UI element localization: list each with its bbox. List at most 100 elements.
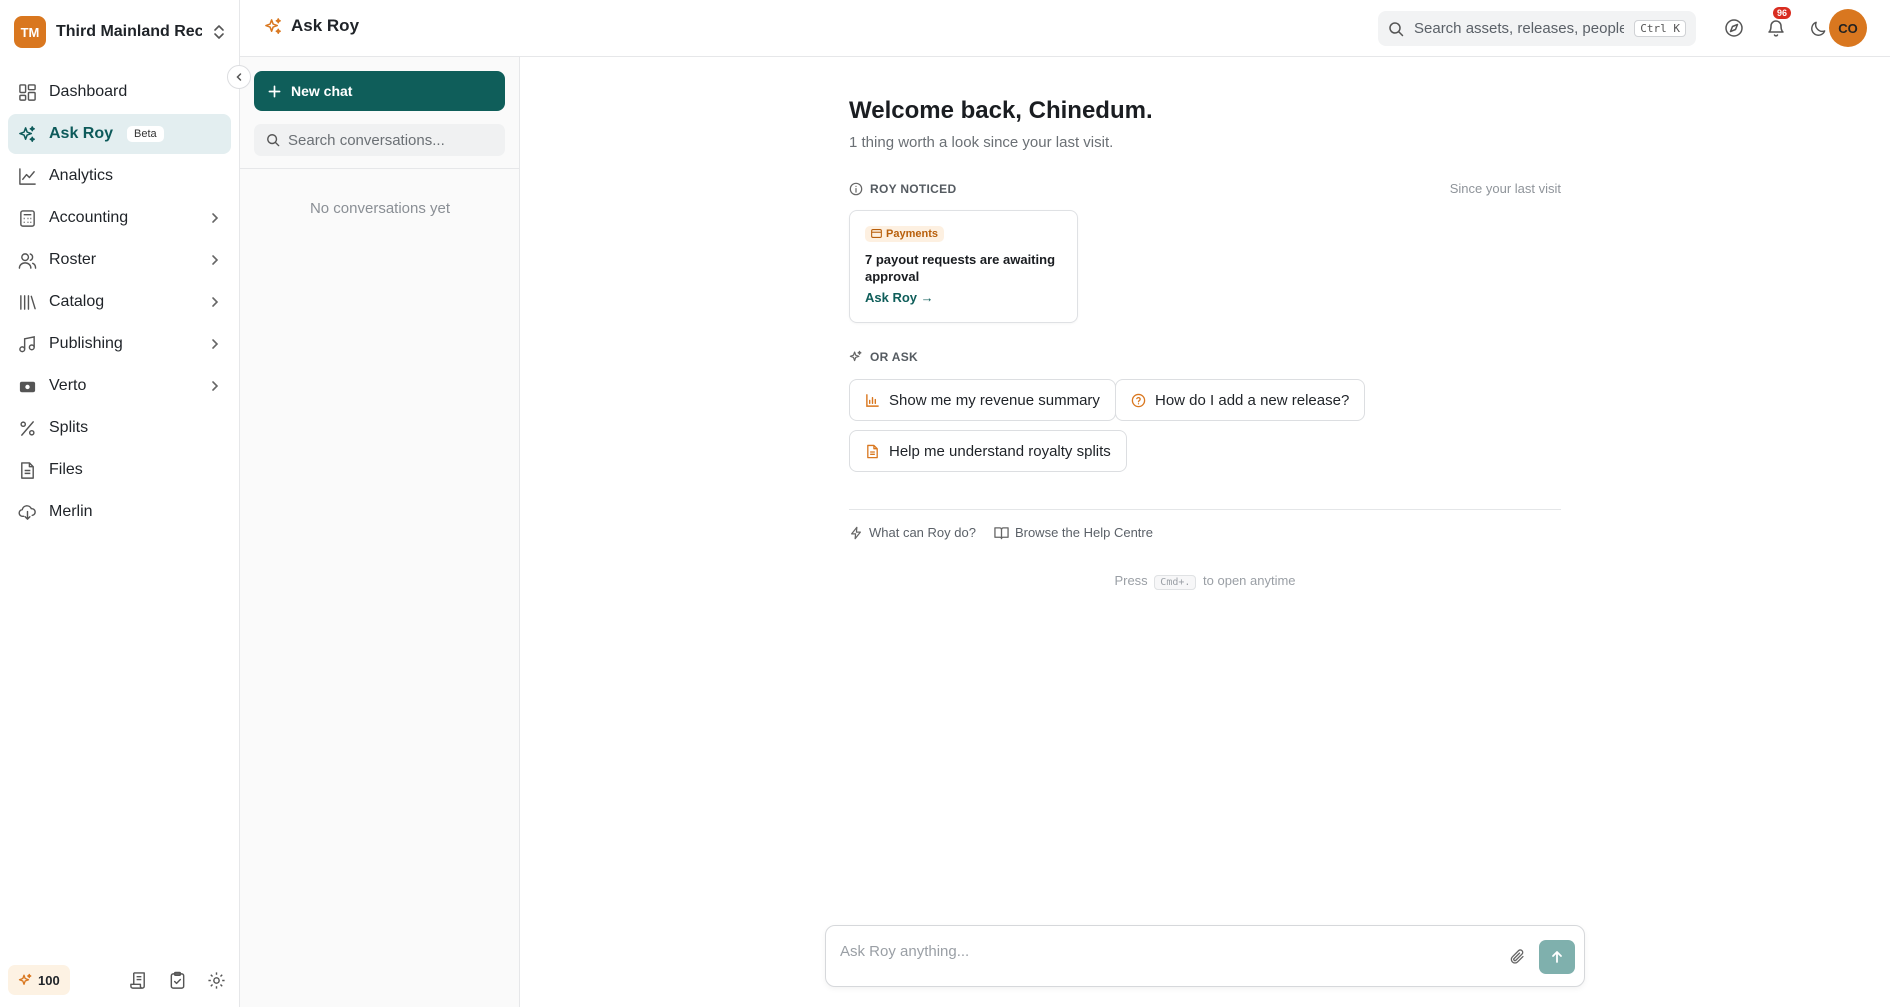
sidebar-item-label: Verto — [49, 377, 87, 394]
keyboard-hint: Press Cmd+. to open anytime — [849, 573, 1561, 590]
calculator-icon — [18, 209, 37, 228]
search-icon — [1388, 21, 1404, 37]
send-button[interactable] — [1539, 940, 1575, 974]
new-chat-button[interactable]: New chat — [254, 71, 505, 111]
global-search-placeholder: Search assets, releases, people... — [1414, 20, 1625, 37]
help-links: What can Roy do? Browse the Help Centre — [849, 525, 1153, 540]
notice-card[interactable]: Payments 7 payout requests are awaiting … — [849, 210, 1078, 323]
help-circle-icon — [1131, 393, 1146, 408]
or-ask-header: OR ASK — [849, 350, 1561, 364]
wallet-icon — [18, 377, 37, 396]
arrow-up-icon — [1550, 950, 1564, 964]
since-last-visit: Since your last visit — [1449, 181, 1561, 196]
sidebar: TM Third Mainland Rec... Dashboard Ask R… — [0, 0, 240, 1007]
notification-count: 96 — [1773, 7, 1792, 19]
page-title: Ask Roy — [264, 16, 359, 36]
sparkle-icon — [849, 350, 863, 364]
sidebar-item-publishing[interactable]: Publishing — [8, 324, 231, 364]
credits-count: 100 — [38, 972, 60, 988]
conversation-search-input[interactable] — [288, 131, 493, 149]
sidebar-item-ask-roy[interactable]: Ask Roy Beta — [8, 114, 231, 154]
sidebar-item-label: Accounting — [49, 209, 129, 226]
new-chat-label: New chat — [291, 83, 353, 99]
chat-input[interactable] — [840, 940, 1480, 962]
music-note-icon — [18, 335, 37, 354]
paperclip-icon[interactable] — [1509, 948, 1527, 966]
help-link-label: Browse the Help Centre — [1014, 525, 1153, 540]
info-icon — [849, 182, 863, 196]
chat-composer — [825, 925, 1585, 987]
sidebar-item-splits[interactable]: Splits — [8, 408, 231, 448]
suggestion-label: How do I add a new release? — [1155, 391, 1350, 409]
credit-card-icon — [871, 229, 882, 238]
sidebar-item-accounting[interactable]: Accounting — [8, 198, 231, 238]
bar-chart-icon — [865, 393, 880, 408]
sidebar-item-catalog[interactable]: Catalog — [8, 282, 231, 322]
empty-conversations-text: No conversations yet — [309, 200, 451, 217]
hint-prefix: Press — [1114, 573, 1148, 588]
percent-icon — [18, 419, 37, 438]
document-icon — [865, 444, 880, 459]
footer-actions — [129, 971, 232, 990]
library-icon — [18, 293, 37, 312]
or-ask-heading: OR ASK — [870, 350, 919, 364]
global-search[interactable]: Search assets, releases, people... Ctrl … — [1378, 11, 1696, 46]
help-centre-link[interactable]: Browse the Help Centre — [994, 525, 1153, 540]
chevron-right-icon — [209, 338, 221, 350]
dashboard-icon — [18, 83, 37, 102]
suggestion-add-release[interactable]: How do I add a new release? — [1115, 379, 1366, 421]
roy-noticed-heading: ROY NOTICED — [870, 181, 957, 196]
sidebar-item-label: Merlin — [49, 503, 93, 520]
clipboard-check-icon[interactable] — [168, 971, 187, 990]
top-bar: Ask Roy Search assets, releases, people.… — [240, 0, 1890, 57]
sidebar-item-verto[interactable]: Verto — [8, 366, 231, 406]
sparkle-icon — [18, 973, 33, 988]
chevron-right-icon — [209, 380, 221, 392]
collapse-sidebar-button[interactable] — [227, 65, 251, 89]
sidebar-item-label: Files — [49, 461, 83, 478]
bolt-icon — [849, 526, 863, 540]
sidebar-item-label: Roster — [49, 251, 97, 268]
sidebar-item-analytics[interactable]: Analytics — [8, 156, 231, 196]
users-icon — [18, 251, 37, 270]
roy-noticed-header: ROY NOTICED Since your last visit — [849, 181, 1561, 196]
suggestion-royalty-splits[interactable]: Help me understand royalty splits — [849, 430, 1127, 472]
org-switcher[interactable]: TM Third Mainland Rec... — [14, 16, 226, 48]
chart-line-icon — [18, 167, 37, 186]
welcome-subtitle: 1 thing worth a look since your last vis… — [849, 134, 1114, 151]
chevron-right-icon — [209, 212, 221, 224]
gear-icon[interactable] — [207, 971, 226, 990]
what-can-roy-do-link[interactable]: What can Roy do? — [849, 525, 976, 540]
ask-roy-link[interactable]: Ask Roy → — [865, 290, 1062, 305]
sidebar-item-roster[interactable]: Roster — [8, 240, 231, 280]
sparkle-icon — [264, 17, 283, 36]
divider — [849, 509, 1561, 510]
file-icon — [18, 461, 37, 480]
chevron-right-icon — [209, 254, 221, 266]
sidebar-item-label: Analytics — [49, 167, 114, 184]
tag-label: Payments — [886, 227, 938, 240]
moon-icon[interactable] — [1806, 16, 1830, 40]
sparkle-icon — [18, 125, 37, 144]
avatar[interactable]: CO — [1829, 9, 1867, 47]
welcome-heading: Welcome back, Chinedum. — [849, 97, 1153, 124]
chevron-right-icon — [209, 296, 221, 308]
sidebar-item-label: Catalog — [49, 293, 105, 310]
hint-shortcut: Cmd+. — [1154, 575, 1197, 590]
cloud-download-icon — [18, 503, 37, 522]
receipt-icon[interactable] — [129, 971, 148, 990]
credits-badge[interactable]: 100 — [8, 965, 70, 995]
compass-icon[interactable] — [1722, 16, 1746, 40]
sidebar-item-label: Publishing — [49, 335, 123, 352]
sidebar-item-label: Ask Roy — [49, 125, 114, 142]
sidebar-item-dashboard[interactable]: Dashboard — [8, 72, 231, 112]
notifications-button[interactable]: 96 — [1764, 7, 1792, 40]
chevron-up-down-icon — [212, 24, 226, 40]
sidebar-item-files[interactable]: Files — [8, 450, 231, 490]
divider — [240, 168, 520, 169]
sidebar-item-label: Dashboard — [49, 83, 128, 100]
search-shortcut: Ctrl K — [1634, 20, 1686, 37]
suggestion-revenue-summary[interactable]: Show me my revenue summary — [849, 379, 1116, 421]
sidebar-item-merlin[interactable]: Merlin — [8, 492, 231, 532]
search-icon — [266, 133, 280, 147]
